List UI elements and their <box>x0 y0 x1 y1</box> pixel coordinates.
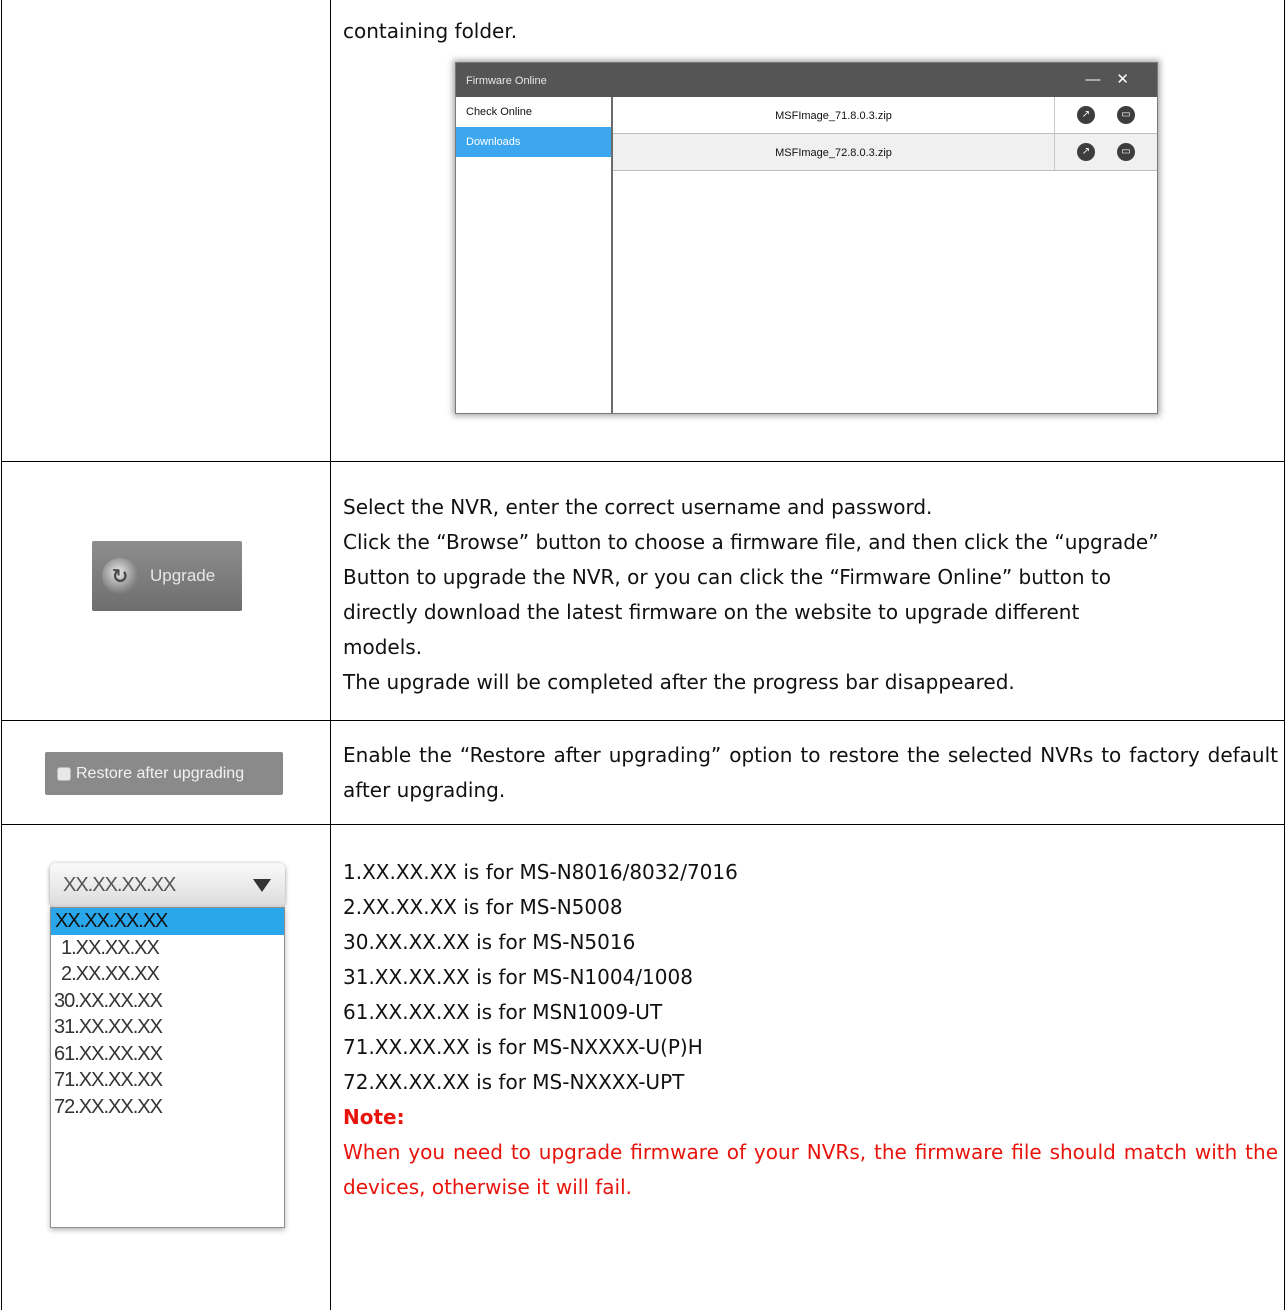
close-icon[interactable]: ✕ <box>1116 71 1145 88</box>
dropdown-selected-value: XX.XX.XX.XX <box>63 874 176 896</box>
row-divider-1 <box>1 461 1285 462</box>
row2-line: Select the NVR, enter the correct userna… <box>343 495 933 519</box>
row1-text: containing folder. <box>343 14 1273 49</box>
version-mapping-line: 72.XX.XX.XX is for MS-NXXXX-UPT <box>343 1070 685 1094</box>
restore-checkbox-label: Restore after upgrading <box>76 765 245 782</box>
row2-line: The upgrade will be completed after the … <box>343 670 1015 694</box>
version-mapping-line: 30.XX.XX.XX is for MS-N5016 <box>343 930 636 954</box>
row2-line: Button to upgrade the NVR, or you can cl… <box>343 565 1111 589</box>
restore-after-upgrading-checkbox[interactable]: Restore after upgrading <box>45 752 283 795</box>
version-mapping-line: 2.XX.XX.XX is for MS-N5008 <box>343 895 623 919</box>
version-mapping-line: 31.XX.XX.XX is for MS-N1004/1008 <box>343 965 693 989</box>
upgrade-file-icon[interactable]: ↗ <box>1077 143 1095 161</box>
download-row: MSFImage_72.8.0.3.zip ↗ ▭ <box>613 134 1157 171</box>
row4-text: 1.XX.XX.XX is for MS-N8016/8032/7016 2.X… <box>343 855 1278 1205</box>
version-mapping-line: 1.XX.XX.XX is for MS-N8016/8032/7016 <box>343 860 738 884</box>
download-file-name: MSFImage_72.8.0.3.zip <box>613 134 1055 170</box>
note-label: Note: <box>343 1105 405 1129</box>
version-dropdown-list: XX.XX.XX.XX 1.XX.XX.XX 2.XX.XX.XX 30.XX.… <box>50 907 285 1228</box>
row2-line: directly download the latest firmware on… <box>343 600 1080 624</box>
dropdown-option[interactable]: XX.XX.XX.XX <box>51 908 284 935</box>
row2-line: Click the “Browse” button to choose a fi… <box>343 530 1159 554</box>
download-file-name: MSFImage_71.8.0.3.zip <box>613 97 1055 133</box>
row2-text: Select the NVR, enter the correct userna… <box>343 490 1278 700</box>
table-border-right <box>1284 0 1285 1310</box>
upgrade-button-label: Upgrade <box>150 566 216 585</box>
row2-line: models. <box>343 635 423 659</box>
row3-text: Enable the “Restore after upgrading” opt… <box>343 738 1278 808</box>
upgrade-button[interactable]: ↻ Upgrade <box>92 541 242 611</box>
version-mapping-line: 71.XX.XX.XX is for MS-NXXXX-U(P)H <box>343 1035 703 1059</box>
nav-item-downloads[interactable]: Downloads <box>456 127 611 157</box>
dropdown-option[interactable]: 1.XX.XX.XX <box>51 935 284 962</box>
refresh-icon: ↻ <box>102 558 138 594</box>
dropdown-arrow-icon[interactable] <box>253 879 271 892</box>
table-border-left <box>1 0 2 1310</box>
dropdown-option[interactable]: 30.XX.XX.XX <box>51 988 284 1015</box>
downloads-list: MSFImage_71.8.0.3.zip ↗ ▭ MSFImage_72.8.… <box>613 97 1157 413</box>
firmware-sidebar: Check Online Downloads <box>456 97 613 413</box>
download-row: MSFImage_71.8.0.3.zip ↗ ▭ <box>613 97 1157 134</box>
open-folder-icon[interactable]: ▭ <box>1117 106 1135 124</box>
row-divider-3 <box>1 824 1285 825</box>
containing-folder-text: containing folder. <box>343 19 518 43</box>
dropdown-option[interactable]: 2.XX.XX.XX <box>51 961 284 988</box>
upgrade-file-icon[interactable]: ↗ <box>1077 106 1095 124</box>
note-text: When you need to upgrade firmware of you… <box>343 1140 1278 1199</box>
row-divider-2 <box>1 720 1285 721</box>
version-dropdown[interactable]: XX.XX.XX.XX <box>50 863 285 907</box>
firmware-window-titlebar: Firmware Online —✕ <box>456 63 1157 97</box>
minimize-icon[interactable]: — <box>1085 71 1116 88</box>
version-mapping-line: 61.XX.XX.XX is for MSN1009-UT <box>343 1000 663 1024</box>
checkbox-icon[interactable] <box>57 767 71 781</box>
dropdown-option[interactable]: 61.XX.XX.XX <box>51 1041 284 1068</box>
restore-description: Enable the “Restore after upgrading” opt… <box>343 743 1278 802</box>
dropdown-option[interactable]: 72.XX.XX.XX <box>51 1094 284 1121</box>
firmware-online-window: Firmware Online —✕ Check Online Download… <box>455 62 1158 414</box>
column-divider <box>330 0 331 1310</box>
firmware-window-title: Firmware Online <box>466 75 547 87</box>
nav-item-check-online[interactable]: Check Online <box>456 97 611 127</box>
dropdown-option[interactable]: 31.XX.XX.XX <box>51 1014 284 1041</box>
dropdown-option[interactable]: 71.XX.XX.XX <box>51 1067 284 1094</box>
open-folder-icon[interactable]: ▭ <box>1117 143 1135 161</box>
